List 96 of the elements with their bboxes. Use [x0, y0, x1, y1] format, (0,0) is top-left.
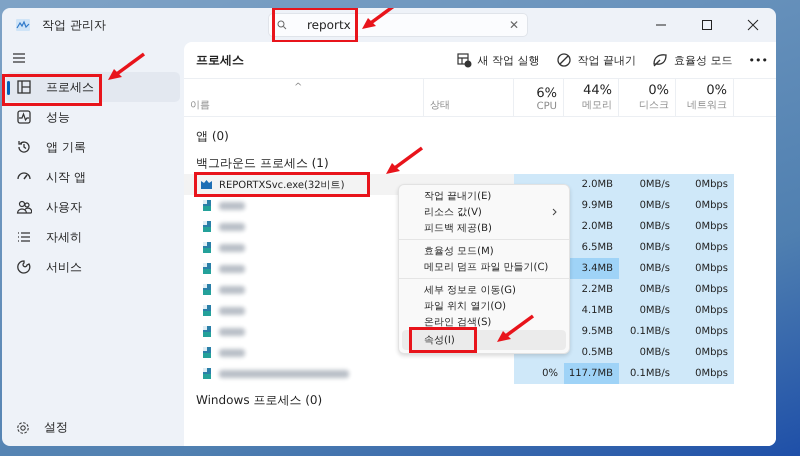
leaf-icon — [652, 52, 668, 68]
history-icon — [16, 139, 32, 155]
app-icon — [200, 178, 213, 191]
toolbar-button[interactable]: 작업 끝내기 — [548, 46, 644, 74]
file-icon — [200, 220, 213, 233]
annotation-arrow — [384, 146, 424, 176]
memory-cell: 0.5MB — [564, 342, 619, 363]
pulse-icon — [16, 109, 32, 125]
prohibited-icon — [556, 52, 572, 68]
group-header: 앱 (0) — [196, 128, 229, 145]
table-cell: 0Mbps — [676, 174, 734, 195]
annotation-arrow — [106, 52, 146, 82]
blurred-text — [219, 306, 245, 314]
table-cell: 0Mbps — [676, 300, 734, 321]
menu-item[interactable]: 세부 정보로 이동(G) — [402, 282, 566, 298]
table-cell: 0.1MB/s — [619, 363, 676, 384]
blurred-text — [219, 348, 245, 356]
sidebar-item[interactable]: 서비스 — [6, 252, 180, 282]
process-name: REPORTXSvc.exe(32비트) — [219, 178, 345, 192]
annotation-arrow — [495, 314, 535, 344]
table-cell: 0MB/s — [619, 300, 676, 321]
group-header: 백그라운드 프로세스 (1) — [196, 155, 329, 172]
table-cell: 0MB/s — [619, 342, 676, 363]
blurred-text — [219, 264, 245, 272]
menu-item[interactable]: 효율성 모드(M) — [402, 243, 566, 259]
file-icon — [200, 346, 213, 359]
blurred-text — [219, 328, 245, 336]
toolbar-button[interactable]: 효율성 모드 — [644, 46, 741, 74]
table-cell: 0MB/s — [619, 216, 676, 237]
file-icon — [200, 283, 213, 296]
usage-total: 0% — [706, 83, 727, 98]
table-cell: 0Mbps — [676, 195, 734, 216]
page-title: 프로세스 — [196, 52, 244, 68]
table-cell: 0MB/s — [619, 174, 676, 195]
table-cell: 0MB/s — [619, 258, 676, 279]
menu-item[interactable]: 온라인 검색(S) — [402, 314, 566, 330]
puzzle-icon — [16, 259, 32, 275]
table-cell: 0Mbps — [676, 237, 734, 258]
table-cell: 0Mbps — [676, 258, 734, 279]
file-icon — [200, 199, 213, 212]
search-field[interactable]: reportx ✕ — [268, 13, 528, 37]
column-header[interactable]: 네트워크 — [687, 98, 727, 112]
clear-icon[interactable]: ✕ — [508, 18, 519, 32]
blurred-text — [219, 286, 245, 294]
blurred-text — [219, 244, 245, 252]
grid-icon — [16, 79, 32, 95]
window-plus-icon — [456, 52, 472, 68]
memory-cell: 2.0MB — [564, 174, 619, 195]
memory-cell: 117.7MB — [564, 363, 619, 384]
file-icon — [200, 241, 213, 254]
table-cell: 0% — [514, 363, 564, 384]
column-header[interactable]: 메모리 — [582, 98, 612, 112]
file-icon — [200, 367, 213, 380]
app-icon — [16, 19, 30, 31]
settings-icon[interactable] — [16, 420, 30, 434]
usage-total: 44% — [583, 83, 612, 98]
file-icon — [200, 262, 213, 275]
settings-label[interactable]: 설정 — [44, 419, 68, 436]
table-cell: 0MB/s — [619, 195, 676, 216]
menu-item[interactable]: 피드백 제공(B) — [402, 220, 566, 236]
table-cell: 0Mbps — [676, 321, 734, 342]
window-title: 작업 관리자 — [42, 16, 107, 34]
column-header[interactable]: 디스크 — [639, 98, 669, 112]
menu-item[interactable]: 메모리 덤프 파일 만들기(C) — [402, 259, 566, 275]
sidebar-item[interactable]: 사용자 — [6, 192, 180, 222]
more-button[interactable]: ••• — [740, 46, 776, 74]
file-icon — [200, 325, 213, 338]
blurred-text — [219, 202, 245, 210]
menu-item[interactable]: 파일 위치 열기(O) — [402, 298, 566, 314]
usage-total: 0% — [648, 83, 669, 98]
table-cell: 0Mbps — [676, 279, 734, 300]
blurred-text — [219, 222, 245, 230]
table-cell: 0.1MB/s — [619, 321, 676, 342]
file-icon — [200, 304, 213, 317]
search-icon — [277, 20, 287, 30]
sort-caret[interactable]: ^ — [294, 82, 302, 93]
column-header[interactable]: 상태 — [430, 98, 507, 112]
menu-icon[interactable] — [12, 52, 26, 64]
column-header[interactable]: CPU — [536, 101, 557, 112]
table-cell: 0Mbps — [676, 216, 734, 237]
sidebar-item[interactable]: 시작 앱 — [6, 162, 180, 192]
sidebar-item[interactable]: 성능 — [6, 102, 180, 132]
table-cell: 0MB/s — [619, 237, 676, 258]
sidebar-item[interactable]: 앱 기록 — [6, 132, 180, 162]
users-icon — [16, 199, 32, 215]
usage-total: 6% — [536, 86, 557, 101]
table-cell: 0MB/s — [619, 279, 676, 300]
sidebar-item[interactable]: 자세히 — [6, 222, 180, 252]
group-header: Windows 프로세스 (0) — [196, 392, 322, 409]
sidebar-item[interactable]: 프로세스 — [6, 72, 180, 102]
table-cell: 0Mbps — [676, 363, 734, 384]
table-cell: 0Mbps — [676, 342, 734, 363]
menu-item[interactable]: 속성(I) — [402, 330, 566, 350]
column-header[interactable]: 이름 — [190, 98, 417, 112]
menu-item[interactable]: 리소스 값(V) — [402, 204, 566, 220]
toolbar-button[interactable]: 새 작업 실행 — [448, 46, 548, 74]
